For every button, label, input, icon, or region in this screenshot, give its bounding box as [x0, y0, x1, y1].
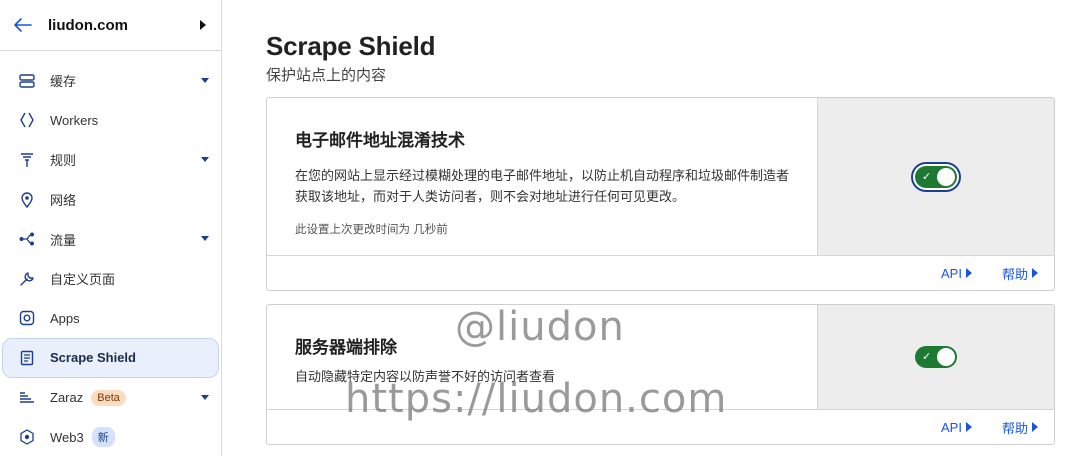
sidebar-item-cache[interactable]: 缓存	[0, 61, 221, 101]
caret-right-icon	[965, 268, 972, 278]
traffic-icon	[18, 230, 36, 248]
caret-right-icon	[965, 422, 972, 432]
site-name[interactable]: liudon.com	[48, 17, 197, 34]
toggle-knob	[937, 348, 955, 366]
api-link[interactable]: API	[941, 266, 972, 281]
sidebar-item-label: 网络	[50, 193, 77, 209]
sidebar: liudon.com 缓存 Workers 规则 网络 流量 自定义页面 App…	[0, 0, 222, 456]
card-footer: API 帮助	[267, 409, 1054, 444]
sidebar-item-rules[interactable]: 规则	[0, 140, 221, 180]
last-changed-text: 此设置上次更改时间为 几秒前	[295, 224, 448, 236]
sidebar-item-label: 规则	[50, 153, 77, 169]
rules-icon	[18, 151, 36, 169]
main-content: Scrape Shield 保护站点上的内容 电子邮件地址混淆技术 在您的网站上…	[222, 0, 1080, 456]
card-control-panel: ✓	[817, 98, 1054, 255]
page-subtitle: 保护站点上的内容	[266, 67, 387, 84]
sidebar-nav: 缓存 Workers 规则 网络 流量 自定义页面 Apps Scrape Sh…	[0, 51, 221, 456]
chevron-down-icon	[201, 394, 209, 400]
email-obfuscation-toggle[interactable]: ✓	[915, 165, 957, 188]
site-switcher-caret-icon[interactable]	[197, 19, 209, 31]
checkmark-icon: ✓	[922, 351, 932, 363]
web3-icon	[18, 428, 36, 446]
api-link-label: API	[941, 419, 962, 435]
sidebar-item-label: 自定义页面	[50, 272, 116, 288]
card-description: 在您的网站上显示经过模糊处理的电子邮件地址，以防止机自动程序和垃圾邮件制造者获取…	[295, 168, 790, 204]
help-link-label: 帮助	[1001, 266, 1028, 282]
sidebar-item-web3[interactable]: Web3 新	[0, 417, 221, 456]
help-link-label: 帮助	[1001, 420, 1028, 436]
sidebar-item-label: Apps	[50, 310, 80, 326]
api-link[interactable]: API	[941, 420, 972, 435]
help-link[interactable]: 帮助	[1002, 418, 1038, 437]
server-side-excludes-toggle[interactable]: ✓	[915, 346, 957, 368]
card-footer: API 帮助	[267, 255, 1054, 290]
storage-icon	[18, 72, 36, 90]
help-link[interactable]: 帮助	[1002, 264, 1038, 283]
checkmark-icon: ✓	[922, 170, 932, 183]
sidebar-item-zaraz[interactable]: Zaraz Beta	[0, 378, 221, 418]
sidebar-item-network[interactable]: 网络	[0, 180, 221, 220]
email-obfuscation-card: 电子邮件地址混淆技术 在您的网站上显示经过模糊处理的电子邮件地址，以防止机自动程…	[266, 97, 1055, 291]
card-content: 服务器端排除 自动隐藏特定内容以防声誉不好的访问者查看	[267, 305, 817, 409]
sidebar-item-workers[interactable]: Workers	[0, 101, 221, 141]
sidebar-item-label: 缓存	[50, 74, 77, 90]
workers-icon	[18, 111, 36, 129]
chevron-down-icon	[201, 236, 209, 242]
new-badge: 新	[91, 427, 115, 448]
caret-right-icon	[1032, 268, 1038, 278]
document-icon	[18, 349, 36, 367]
toggle-knob	[937, 167, 955, 186]
card-control-panel: ✓	[817, 305, 1054, 409]
sidebar-item-label: Zaraz	[50, 390, 84, 406]
sidebar-item-apps[interactable]: Apps	[0, 299, 221, 339]
sidebar-item-label: Workers	[50, 112, 99, 128]
sidebar-item-label: 流量	[50, 232, 77, 248]
caret-right-icon	[1032, 422, 1038, 432]
chevron-down-icon	[201, 77, 209, 83]
sidebar-item-label: Web3	[50, 429, 84, 445]
zaraz-icon	[18, 389, 36, 407]
beta-badge: Beta	[91, 389, 126, 406]
back-arrow-icon[interactable]	[12, 14, 34, 36]
site-header: liudon.com	[0, 0, 221, 51]
server-side-excludes-card: 服务器端排除 自动隐藏特定内容以防声誉不好的访问者查看 ✓ API 帮助	[266, 304, 1055, 445]
chevron-down-icon	[201, 156, 209, 162]
sidebar-item-traffic[interactable]: 流量	[0, 219, 221, 259]
apps-icon	[18, 309, 36, 327]
card-content: 电子邮件地址混淆技术 在您的网站上显示经过模糊处理的电子邮件地址，以防止机自动程…	[267, 98, 817, 255]
api-link-label: API	[941, 265, 962, 281]
card-title: 服务器端排除	[295, 338, 397, 357]
sidebar-item-custom-pages[interactable]: 自定义页面	[0, 259, 221, 299]
wrench-icon	[18, 270, 36, 288]
sidebar-item-scrape-shield[interactable]: Scrape Shield	[2, 338, 219, 378]
location-pin-icon	[18, 191, 36, 209]
card-description: 自动隐藏特定内容以防声誉不好的访问者查看	[295, 369, 556, 384]
page-title: Scrape Shield	[266, 31, 436, 61]
sidebar-item-label: Scrape Shield	[50, 350, 136, 366]
card-title: 电子邮件地址混淆技术	[295, 131, 465, 150]
